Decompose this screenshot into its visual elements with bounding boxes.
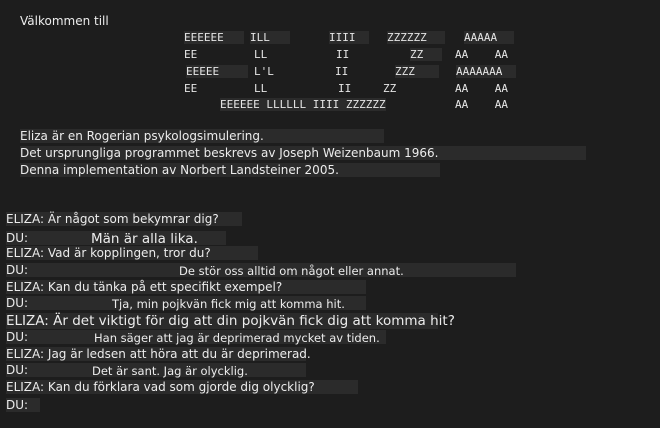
speaker-label: DU: (6, 398, 29, 412)
logo-a-2: AA AA (455, 48, 508, 61)
logo-z-4: ZZ (383, 82, 397, 95)
eliza-line: ELIZA: Jag är ledsen att höra att du är … (6, 347, 311, 361)
speaker-label: ELIZA: (6, 246, 45, 260)
speaker-label: ELIZA: (6, 280, 45, 294)
logo-e-1: EEEEEE (184, 31, 244, 44)
message-text: Kan du tänka på ett specifikt exempel? (47, 280, 283, 294)
logo-i-2: II (336, 48, 350, 61)
intro-line-3: Denna implementation av Norbert Landstei… (20, 163, 440, 177)
speaker-label: DU: (6, 296, 29, 310)
message-text: Jag är ledsen att höra att du är deprime… (47, 347, 311, 361)
logo-a-5: AA AA (455, 98, 508, 111)
speaker-label: ELIZA: (6, 347, 45, 361)
speaker-label: DU: (6, 363, 29, 377)
speaker-label: ELIZA: (6, 313, 49, 329)
logo-a-4: AA AA (455, 82, 508, 95)
logo-z-3: ZZZ (395, 65, 439, 78)
message-text: De stör oss alltid om något eller annat. (179, 264, 404, 278)
message-text: Är något som bekymrar dig? (47, 212, 219, 226)
speaker-label: ELIZA: (6, 212, 45, 226)
logo-e-2: EE (184, 48, 198, 61)
logo-e-4: EE (184, 82, 198, 95)
logo-i-3: II (335, 65, 349, 78)
message-text: Tja, min pojkvän fick mig att komma hit. (112, 297, 345, 311)
eliza-line: ELIZA: Vad är kopplingen, tror du? (6, 246, 258, 260)
eliza-line: ELIZA: Är det viktigt för dig att din po… (6, 313, 455, 329)
intro-line-1: Eliza är en Rogerian psykologsimulering. (20, 129, 384, 143)
speaker-label: DU: (6, 330, 29, 344)
logo-bottom: EEEEEE LLLLLL IIII ZZZZZZ (220, 98, 386, 111)
logo-z-2: ZZ (410, 48, 442, 61)
eliza-line: ELIZA: Är något som bekymrar dig? (6, 212, 242, 226)
speaker-label: DU: (6, 263, 29, 277)
eliza-line: ELIZA: Kan du förklara vad som gjorde di… (6, 380, 358, 394)
eliza-line: ELIZA: Kan du tänka på ett specifikt exe… (6, 280, 366, 294)
speaker-label: ELIZA: (6, 380, 45, 394)
message-text: Kan du förklara vad som gjorde dig olyck… (47, 380, 315, 394)
logo-a-1: AAAAA (464, 31, 514, 44)
message-text: Det är sant. Jag är olycklig. (92, 364, 248, 378)
logo-z-1: ZZZZZZ (387, 31, 445, 44)
logo-i-4: II (338, 82, 352, 95)
logo-l-2: LL (254, 48, 268, 61)
message-text: Vad är kopplingen, tror du? (47, 246, 211, 260)
logo-l-3: L'L (254, 65, 274, 78)
logo-i-1: IIII (329, 31, 369, 44)
message-text: Han säger att jag är deprimerad mycket a… (94, 331, 380, 345)
logo-e-3: EEEEE (186, 65, 248, 78)
message-text: Män är alla lika. (91, 231, 198, 247)
welcome-text: Välkommen till (20, 14, 109, 28)
intro-line-2: Det ursprungliga programmet beskrevs av … (20, 146, 586, 160)
message-text: Är det viktigt för dig att din pojkvän f… (53, 313, 455, 329)
user-input-line[interactable]: DU: (6, 398, 40, 412)
logo-l-4: LL (254, 82, 268, 95)
speaker-label: DU: (6, 231, 29, 245)
logo-a-3: AAAAAAA (456, 65, 516, 78)
logo-l-1: ILL (250, 31, 290, 44)
